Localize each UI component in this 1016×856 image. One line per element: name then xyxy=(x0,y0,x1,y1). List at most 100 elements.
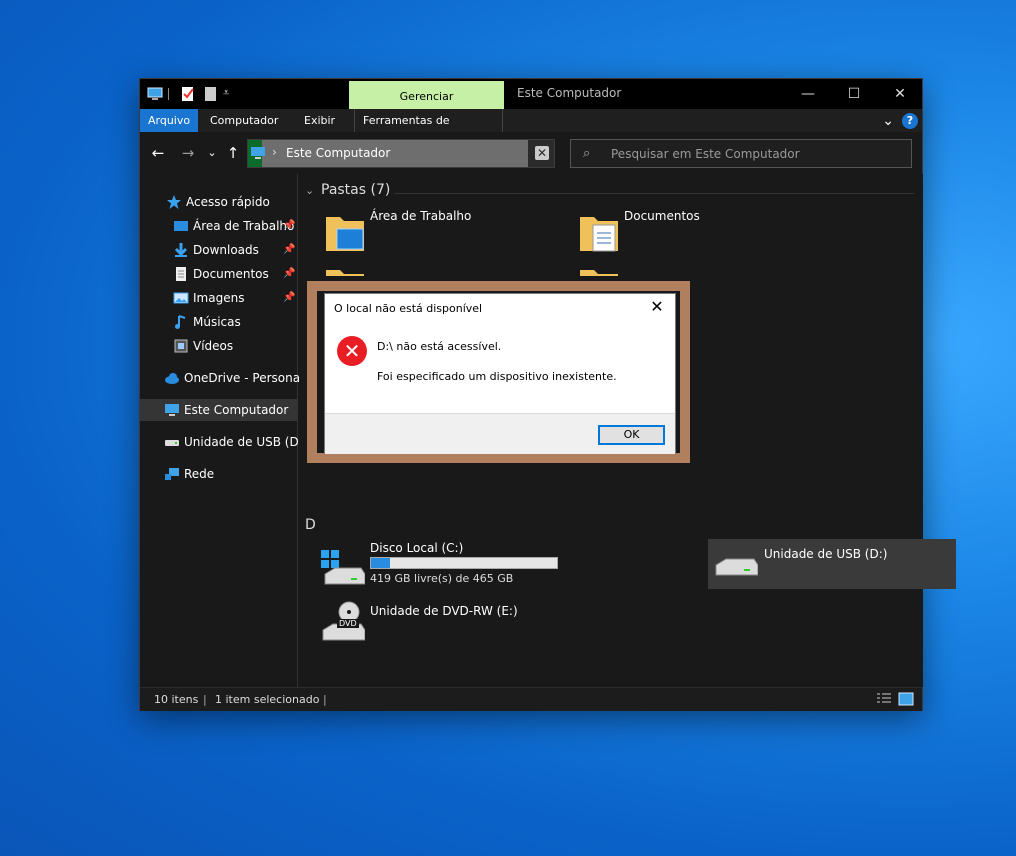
pictures-folder-icon xyxy=(580,270,618,276)
help-icon[interactable]: ? xyxy=(902,112,918,129)
navigation-bar: ← → ⌄ ↑ › Este Computador ✕ ⌕ Pesquisar … xyxy=(140,132,922,174)
tab-arquivo[interactable]: Arquivo xyxy=(140,109,199,132)
computer-icon xyxy=(165,404,179,416)
status-separator: | xyxy=(203,693,207,706)
drive-usage-fill xyxy=(371,558,390,568)
star-icon xyxy=(167,195,181,209)
drive-tile-d[interactable]: Unidade de USB (D:) xyxy=(708,539,956,589)
title-bar: ⩡ Gerenciar Este Computador — ☐ ✕ xyxy=(140,79,922,109)
usb-drive-icon xyxy=(715,558,758,576)
sidebar-item-label: Vídeos xyxy=(193,339,234,353)
windows-drive-icon xyxy=(321,550,365,585)
breadcrumb-separator: › xyxy=(272,145,277,159)
sidebar-item-area-de-trabalho[interactable]: Área de Trabalho 📌 xyxy=(173,215,295,237)
sidebar-item-label: OneDrive - Personal xyxy=(184,371,304,385)
large-icons-view-icon[interactable] xyxy=(898,692,914,706)
dialog-detail: Foi especificado um dispositivo inexiste… xyxy=(377,370,617,383)
folder-label: Documentos xyxy=(624,209,700,223)
maximize-button[interactable]: ☐ xyxy=(842,83,866,105)
sidebar-item-label: Acesso rápido xyxy=(186,195,270,209)
recent-locations-button[interactable]: ⌄ xyxy=(203,144,221,162)
sidebar-item-onedrive[interactable]: OneDrive - Personal xyxy=(164,367,303,389)
sidebar-item-label: Imagens xyxy=(193,291,245,305)
sidebar-item-documentos[interactable]: Documentos 📌 xyxy=(173,263,295,285)
view-switcher xyxy=(876,692,914,706)
pin-icon: 📌 xyxy=(283,268,296,279)
sidebar-item-videos[interactable]: Vídeos xyxy=(173,335,295,357)
details-view-icon[interactable] xyxy=(876,692,892,706)
selection-count: 1 item selecionado xyxy=(215,693,320,706)
clear-address-icon[interactable]: ✕ xyxy=(535,146,549,160)
collapse-group-icon[interactable]: ⌄ xyxy=(305,184,314,197)
new-folder-icon[interactable] xyxy=(203,86,219,102)
drive-label: Unidade de USB (D:) xyxy=(764,547,888,561)
sidebar-item-downloads[interactable]: Downloads 📌 xyxy=(173,239,295,261)
tab-computador[interactable]: Computador xyxy=(202,109,286,132)
tab-ferramentas-de-unidade[interactable]: Ferramentas de Unidade xyxy=(354,109,503,150)
computer-icon xyxy=(251,147,265,159)
minimize-button[interactable]: — xyxy=(796,83,820,105)
documents-folder-icon xyxy=(580,217,618,252)
up-button[interactable]: ↑ xyxy=(224,144,242,162)
drive-label: Disco Local (C:) xyxy=(370,541,464,555)
status-separator: | xyxy=(323,693,327,706)
download-icon xyxy=(174,243,188,257)
devices-group-header[interactable]: D xyxy=(305,517,316,533)
item-count: 10 itens xyxy=(154,693,199,706)
properties-icon[interactable] xyxy=(180,86,196,102)
drive-usage-bar xyxy=(370,557,558,569)
expand-ribbon-icon[interactable]: ⌄ xyxy=(882,113,894,129)
sidebar-item-label: Unidade de USB (D:) xyxy=(184,435,308,449)
computer-icon[interactable] xyxy=(147,86,163,102)
drive-tile-e[interactable]: DVD Unidade de DVD-RW (E:) xyxy=(321,600,561,644)
folder-tile-area-de-trabalho[interactable]: Área de Trabalho xyxy=(325,207,565,257)
sidebar-item-label: Este Computador xyxy=(184,403,289,417)
pin-icon: 📌 xyxy=(283,244,296,255)
search-placeholder: Pesquisar em Este Computador xyxy=(611,147,800,161)
back-button[interactable]: ← xyxy=(149,144,167,162)
folder-tile-documentos[interactable]: Documentos xyxy=(579,207,819,257)
network-icon xyxy=(165,468,179,480)
dialog-message: D:\ não está acessível. xyxy=(377,340,502,353)
desktop-icon xyxy=(174,221,188,231)
ribbon-controls: ⌄ ? xyxy=(882,111,918,130)
breadcrumb-este-computador[interactable]: Este Computador xyxy=(286,146,390,160)
drive-label: Unidade de DVD-RW (E:) xyxy=(370,604,518,618)
usb-drive-icon xyxy=(165,440,179,446)
tab-gerenciar[interactable]: Gerenciar xyxy=(349,81,504,109)
pin-icon: 📌 xyxy=(283,220,296,231)
video-icon xyxy=(174,339,188,353)
error-dialog: O local não está disponível ✕ ✕ D:\ não … xyxy=(324,293,676,454)
sidebar-item-label: Rede xyxy=(184,467,215,481)
sidebar-item-acesso-rapido[interactable]: Acesso rápido xyxy=(166,191,294,213)
document-icon xyxy=(176,267,186,281)
address-bar[interactable]: › Este Computador ✕ xyxy=(247,139,555,168)
error-icon: ✕ xyxy=(337,336,367,366)
status-bar: 10 itens | 1 item selecionado | xyxy=(140,687,922,711)
search-icon: ⌕ xyxy=(583,146,591,161)
close-button[interactable]: ✕ xyxy=(888,83,912,105)
sidebar-item-label: Área de Trabalho xyxy=(193,219,295,233)
sidebar-item-rede[interactable]: Rede xyxy=(164,463,294,485)
ok-button[interactable]: OK xyxy=(598,425,665,445)
picture-icon xyxy=(173,292,189,304)
customize-toolbar-icon[interactable]: ⩡ xyxy=(223,86,229,100)
dialog-close-button[interactable]: ✕ xyxy=(647,297,667,317)
forward-button[interactable]: → xyxy=(179,144,197,162)
sidebar-item-usb-drive[interactable]: Unidade de USB (D:) xyxy=(164,431,307,453)
sidebar-item-imagens[interactable]: Imagens 📌 xyxy=(173,287,295,309)
search-input[interactable]: ⌕ Pesquisar em Este Computador xyxy=(570,139,912,168)
drive-usage-track xyxy=(370,557,558,569)
tab-exibir[interactable]: Exibir xyxy=(296,109,343,132)
toolbar-separator xyxy=(168,88,169,100)
sidebar-item-este-computador[interactable]: Este Computador xyxy=(140,399,297,421)
music-icon xyxy=(175,315,186,329)
folder-label: Área de Trabalho xyxy=(370,209,472,223)
folders-group-header[interactable]: Pastas (7) xyxy=(321,182,390,198)
dvd-badge: DVD xyxy=(337,619,359,628)
drive-tile-c[interactable]: Disco Local (C:) 419 GB livre(s) de 465 … xyxy=(321,541,561,592)
sidebar-item-musicas[interactable]: Músicas xyxy=(173,311,295,333)
window-title: Este Computador xyxy=(517,86,622,100)
navigation-pane: Acesso rápido Área de Trabalho 📌 Downloa… xyxy=(140,174,307,687)
desktop-folder-icon xyxy=(326,217,364,251)
